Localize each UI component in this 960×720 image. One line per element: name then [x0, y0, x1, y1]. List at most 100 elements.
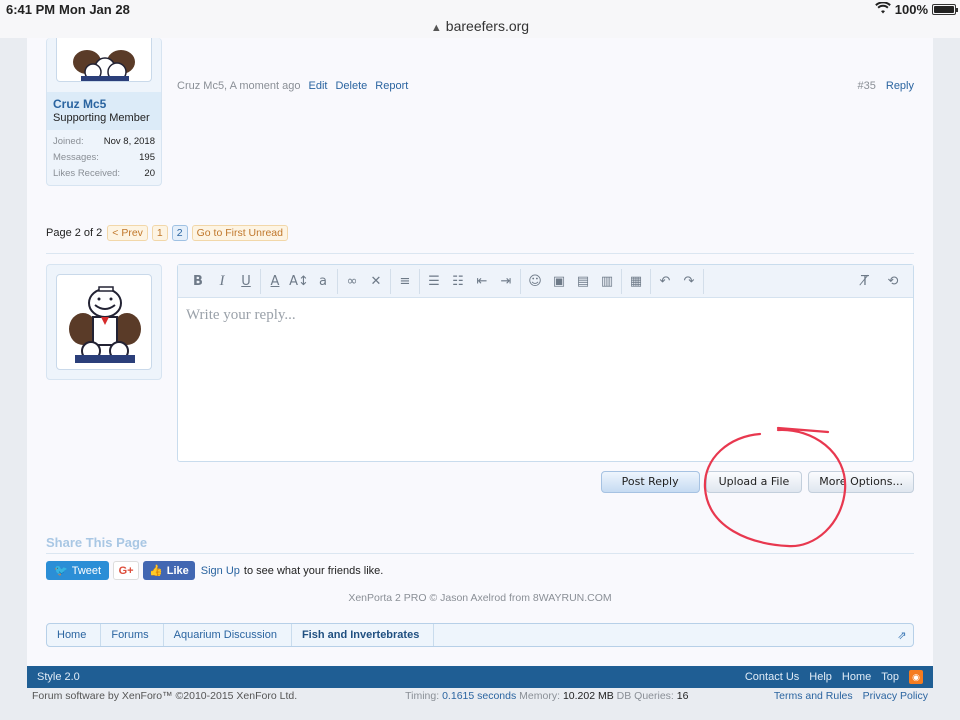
toolbar-right: T̸ ⟲ [853, 269, 913, 293]
link-group: ∞ ✕ [338, 268, 391, 294]
footer-links: Contact Us Help Home Top ◉ [745, 670, 923, 684]
reply-link[interactable]: Reply [886, 80, 914, 92]
bullet-list-icon[interactable]: ☰ [422, 269, 446, 293]
user-stats: Joined: Nov 8, 2018 Messages: 195 Likes Re… [47, 134, 161, 182]
software-credit[interactable]: Forum software by XenForo™ ©2010-2015 Xe… [32, 690, 297, 702]
message-meta: Cruz Mc5, A moment ago Edit Delete Repor… [177, 80, 408, 92]
signup-link[interactable]: Sign Up [201, 565, 240, 577]
reply-placeholder: Write your reply... [186, 307, 296, 323]
help-link[interactable]: Help [809, 671, 832, 683]
more-options-button[interactable]: More Options... [808, 471, 914, 493]
format-group: B I U [184, 268, 261, 294]
smilie-icon[interactable]: ☺ [523, 269, 547, 293]
remove-format-icon[interactable]: T̸ [853, 269, 877, 293]
align-group: ≡ [391, 268, 420, 294]
quick-reply-user [46, 264, 162, 380]
url-text: bareefers.org [445, 18, 530, 34]
underline-icon[interactable]: U [234, 269, 258, 293]
style-chooser[interactable]: Style 2.0 [37, 671, 80, 683]
font-size-icon[interactable]: A↕ [287, 269, 311, 293]
gplus-button[interactable]: G+ [113, 561, 140, 580]
page-nav-label: Page 2 of 2 [46, 227, 103, 239]
message-user-info: Cruz Mc5 Supporting Member Joined: Nov 8,… [46, 38, 162, 186]
breadcrumb: Home Forums Aquarium Discussion Fish and… [46, 623, 914, 647]
font-group: A A↕ a [261, 268, 338, 294]
breadcrumb-current[interactable]: Fish and Invertebrates [292, 624, 435, 646]
legal-bar: Forum software by XenForo™ ©2010-2015 Xe… [32, 690, 928, 702]
delete-link[interactable]: Delete [335, 80, 367, 92]
toggle-bbcode-icon[interactable]: ⟲ [881, 269, 905, 293]
insert-more-icon[interactable]: ▥ [595, 269, 619, 293]
avatar[interactable] [56, 274, 152, 370]
reply-textarea[interactable]: Write your reply... [178, 298, 913, 333]
history-group: ↶ ↷ [651, 268, 704, 294]
italic-icon[interactable]: I [210, 269, 234, 293]
battery-icon [932, 4, 958, 15]
share-buttons: 🐦 Tweet G+ 👍 Like Sign Up to see what your… [46, 561, 383, 580]
page-1-button[interactable]: 1 [151, 225, 168, 241]
user-title: Supporting Member [53, 112, 150, 124]
facebook-like-button[interactable]: 👍 Like [143, 561, 195, 580]
insert-group: ☺ ▣ ▤ ▥ [521, 268, 622, 294]
redo-icon[interactable]: ↷ [677, 269, 701, 293]
indent-icon[interactable]: ⇥ [494, 269, 518, 293]
username-panel: Cruz Mc5 Supporting Member [47, 92, 161, 130]
tweet-label: Tweet [71, 564, 102, 577]
twitter-icon: 🐦 [54, 565, 68, 577]
report-link[interactable]: Report [375, 80, 408, 92]
contact-link[interactable]: Contact Us [745, 671, 799, 683]
numbered-list-icon[interactable]: ☷ [446, 269, 470, 293]
avatar[interactable] [56, 38, 152, 82]
breadcrumb-forums[interactable]: Forums [101, 624, 164, 646]
editor-toolbar: B I U A A↕ a ∞ ✕ ≡ ☰ ☷ ⇤ ⇥ ☺ ▣ ▤ ▥ ▦ ↶ ↷… [178, 265, 913, 298]
prev-page-button[interactable]: < Prev [107, 225, 148, 241]
unlink-icon[interactable]: ✕ [364, 269, 388, 293]
status-date: Mon Jan 28 [59, 2, 130, 17]
save-draft-icon[interactable]: ▦ [624, 269, 648, 293]
reply-buttons: Post Reply Upload a File More Options... [600, 471, 914, 493]
username-link[interactable]: Cruz Mc5 [53, 97, 155, 111]
font-family-icon[interactable]: a [311, 269, 335, 293]
like-label: Like [166, 564, 189, 577]
list-group: ☰ ☷ ⇤ ⇥ [420, 268, 521, 294]
terms-link[interactable]: Terms and Rules [774, 690, 853, 702]
breadcrumb-aquarium[interactable]: Aquarium Discussion [164, 624, 292, 646]
top-link[interactable]: Top [881, 671, 899, 683]
first-unread-button[interactable]: Go to First Unread [191, 225, 288, 241]
thumbs-up-icon: 👍 [149, 565, 163, 577]
outdent-icon[interactable]: ⇤ [470, 269, 494, 293]
reply-editor: B I U A A↕ a ∞ ✕ ≡ ☰ ☷ ⇤ ⇥ ☺ ▣ ▤ ▥ ▦ ↶ ↷… [177, 264, 914, 462]
signup-text: to see what your friends like. [243, 564, 384, 577]
tweet-button[interactable]: 🐦 Tweet [46, 561, 110, 580]
media-icon[interactable]: ▤ [571, 269, 595, 293]
address-bar[interactable]: ▲ bareefers.org [0, 18, 960, 34]
footer-bar: Style 2.0 Contact Us Help Home Top ◉ [27, 666, 933, 688]
stat-messages: Messages: 195 [53, 152, 155, 163]
copyright[interactable]: XenPorta 2 PRO © Jason Axelrod from 8WAY… [0, 592, 960, 604]
divider [46, 253, 914, 254]
undo-icon[interactable]: ↶ [653, 269, 677, 293]
post-number[interactable]: #35 [858, 80, 876, 92]
link-icon[interactable]: ∞ [340, 269, 364, 293]
bold-icon[interactable]: B [186, 269, 210, 293]
ios-status-bar: 6:41 PM Mon Jan 28 ▲ bareefers.org 100% [0, 0, 960, 38]
post-reply-button[interactable]: Post Reply [600, 471, 700, 493]
privacy-link[interactable]: Privacy Policy [863, 690, 928, 702]
wifi-icon [874, 1, 891, 17]
divider [46, 553, 914, 554]
jump-menu-icon[interactable]: ⇗ [891, 624, 913, 646]
post-author-time[interactable]: Cruz Mc5, A moment ago [177, 80, 301, 92]
legal-links: Terms and Rules Privacy Policy [774, 690, 928, 702]
align-icon[interactable]: ≡ [393, 269, 417, 293]
edit-link[interactable]: Edit [309, 80, 328, 92]
rss-icon[interactable]: ◉ [909, 670, 923, 684]
upload-file-button[interactable]: Upload a File [705, 471, 803, 493]
page-2-button[interactable]: 2 [171, 225, 188, 241]
home-link[interactable]: Home [842, 671, 871, 683]
share-title: Share This Page [46, 535, 148, 550]
battery-percent: 100% [894, 2, 928, 17]
breadcrumb-home[interactable]: Home [47, 624, 102, 646]
draft-group: ▦ [622, 268, 651, 294]
image-icon[interactable]: ▣ [547, 269, 571, 293]
text-color-icon[interactable]: A [263, 269, 287, 293]
